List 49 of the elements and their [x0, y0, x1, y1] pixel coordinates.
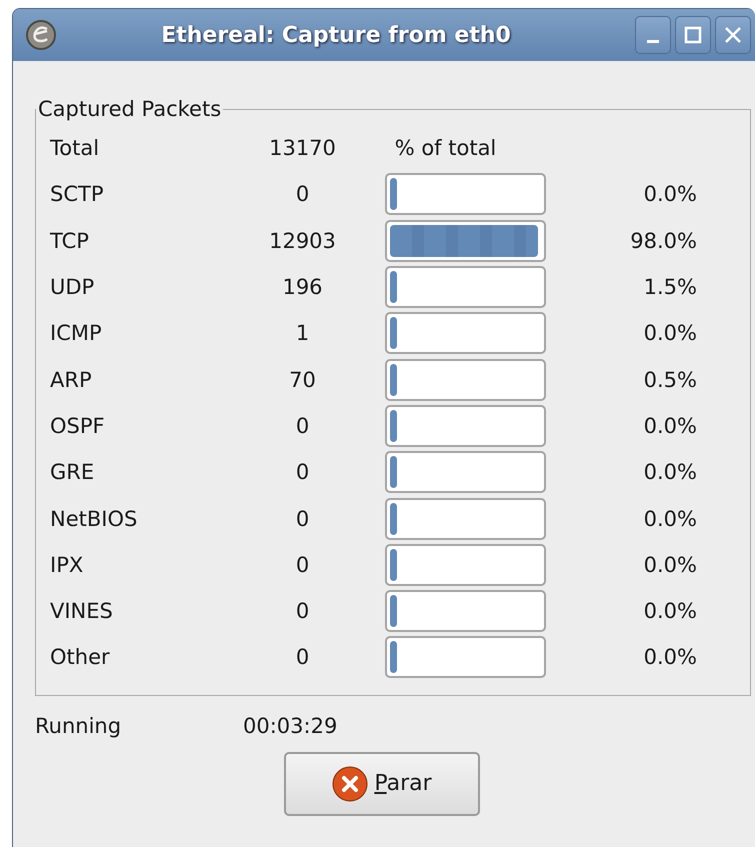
percent-value: 0.5% — [642, 368, 697, 392]
percent-value: 0.0% — [642, 321, 697, 346]
total-count: 13170 — [268, 136, 337, 160]
percent-value: 1.5% — [642, 275, 697, 300]
maximize-button[interactable] — [675, 16, 711, 54]
minimize-button[interactable] — [635, 16, 671, 54]
stop-icon — [332, 766, 368, 802]
app-logo-icon — [25, 19, 57, 51]
packet-count: 0 — [294, 599, 310, 624]
packet-count: 0 — [294, 182, 310, 206]
packet-count: 0 — [294, 506, 310, 531]
percent-value: 0.0% — [642, 552, 697, 577]
percent-value: 0.0% — [642, 460, 697, 484]
protocol-name: Other — [50, 645, 111, 670]
percent-value: 0.0% — [642, 599, 697, 624]
protocol-name: UDP — [50, 275, 96, 300]
percent-value: 0.0% — [642, 414, 697, 438]
percent-header: % of total — [394, 136, 498, 160]
packet-count: 196 — [281, 275, 324, 300]
protocol-name: GRE — [50, 460, 96, 484]
packet-count: 12903 — [268, 228, 337, 253]
protocol-name: TCP — [50, 228, 90, 253]
total-label: Total — [50, 136, 100, 160]
protocol-name: SCTP — [50, 182, 104, 206]
percent-value: 0.0% — [642, 182, 697, 206]
protocol-name: IPX — [50, 552, 84, 577]
percent-value: 0.0% — [642, 506, 697, 531]
percent-value: 0.0% — [642, 645, 697, 670]
minimize-icon — [647, 40, 659, 42]
protocol-name: NetBIOS — [50, 506, 138, 531]
protocol-name: VINES — [50, 599, 114, 624]
stop-button[interactable]: Parar — [284, 752, 480, 816]
close-button[interactable] — [715, 16, 751, 54]
window-title: Ethereal: Capture from eth0 — [160, 22, 512, 48]
elapsed-time: 00:03:29 — [243, 714, 338, 738]
protocol-name: ARP — [50, 368, 93, 392]
packet-count: 0 — [294, 414, 310, 438]
packet-count: 0 — [294, 460, 310, 484]
packet-count: 0 — [294, 552, 310, 577]
packet-count: 70 — [288, 368, 317, 392]
maximize-icon — [684, 26, 702, 44]
status-label: Running — [35, 714, 122, 738]
protocol-name: ICMP — [50, 321, 103, 346]
packet-count: 1 — [294, 321, 310, 346]
packet-count: 0 — [294, 645, 310, 670]
frame-title: Captured Packets — [37, 97, 222, 121]
close-icon — [724, 26, 742, 44]
percent-value: 98.0% — [629, 228, 697, 253]
protocol-name: OSPF — [50, 414, 106, 438]
